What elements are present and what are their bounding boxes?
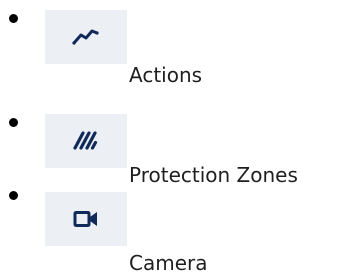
video-camera-icon: [73, 211, 97, 227]
menu-item-label: Protection Zones: [129, 163, 298, 187]
camera-icon-tile[interactable]: [45, 192, 127, 246]
protection-zones-icon-tile[interactable]: [45, 114, 127, 168]
menu-item-label: Camera: [129, 251, 208, 275]
menu-list: Actions Protection Zones Camera: [0, 0, 356, 279]
actions-icon-tile[interactable]: [45, 10, 127, 64]
list-bullet: [9, 14, 18, 23]
menu-item-camera[interactable]: Camera: [0, 186, 356, 279]
menu-item-label: Actions: [129, 63, 203, 87]
menu-item-actions[interactable]: Actions: [0, 0, 356, 93]
activity-line-icon: [72, 29, 99, 45]
list-bullet: [9, 118, 18, 127]
hatched-zone-icon: [73, 131, 98, 150]
list-bullet: [9, 191, 18, 200]
menu-item-protection-zones[interactable]: Protection Zones: [0, 93, 356, 187]
